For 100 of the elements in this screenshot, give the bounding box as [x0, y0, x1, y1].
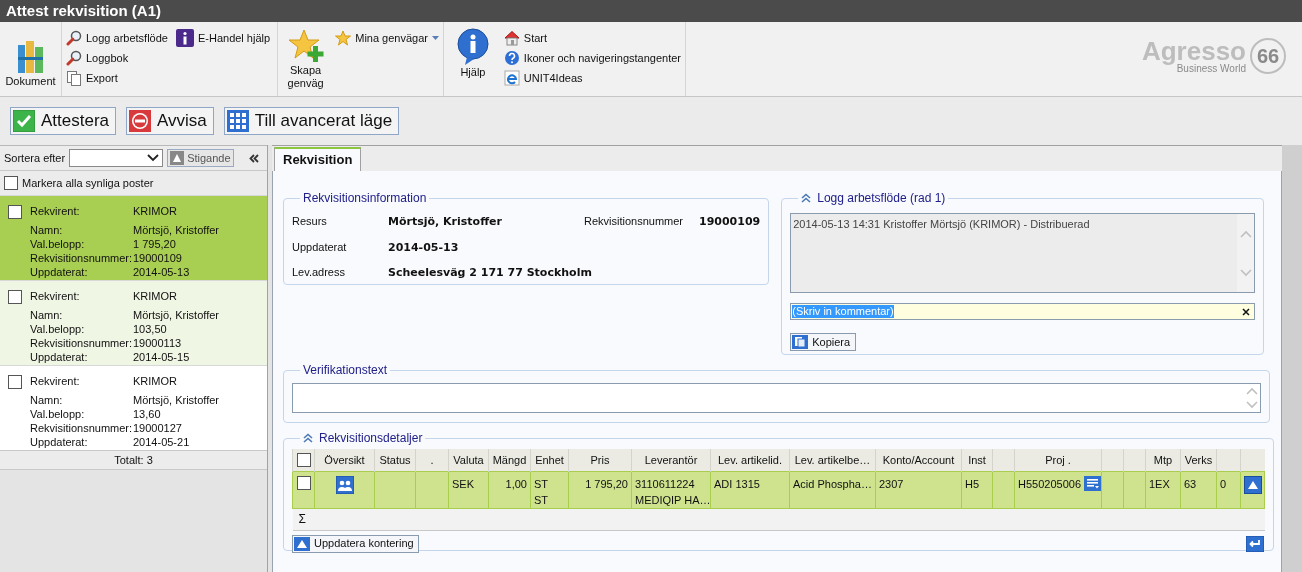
column-header[interactable]: Valuta: [448, 449, 489, 471]
no-entry-icon: [129, 110, 152, 132]
collapse-icon: [303, 433, 313, 443]
copy-button[interactable]: Kopiera: [790, 333, 857, 351]
column-header[interactable]: Konto/Account: [875, 449, 962, 471]
scroll-up-icon: [1239, 229, 1252, 238]
column-header[interactable]: Pris: [568, 449, 632, 471]
column-header[interactable]: Lev. artikelid.: [710, 449, 790, 471]
action-button[interactable]: Avvisa: [126, 107, 214, 135]
column-header[interactable]: Lev. artikelbe…: [789, 449, 876, 471]
list-icon: [1084, 475, 1101, 491]
table-cell-text: 3110611224 MEDIQIP HA…: [635, 476, 711, 508]
table-cell-text: H550205006: [1018, 476, 1081, 492]
clear-button[interactable]: [1242, 307, 1251, 316]
column-header[interactable]: Enhet: [530, 449, 569, 471]
action-button[interactable]: Till avancerat läge: [223, 107, 400, 135]
caret-icon: [432, 35, 439, 41]
toolbar-button[interactable]: Hjälp: [448, 28, 498, 92]
field-value: 2014-05-21: [133, 436, 191, 450]
field-label: Rekvisitionsnummer:: [30, 422, 133, 436]
toggle-button[interactable]: [801, 193, 812, 203]
field-label: Val.belopp:: [30, 408, 86, 422]
checkbox[interactable]: [8, 375, 22, 389]
column-header[interactable]: Mtp: [1145, 449, 1181, 471]
return-icon: [1246, 535, 1264, 552]
action-button[interactable]: Attestera: [10, 107, 117, 135]
field-label: Uppdaterat:: [30, 351, 89, 365]
field-label: Rekvisitionsnummer:: [30, 252, 133, 266]
column-header[interactable]: .: [415, 449, 449, 471]
up-arrow-icon: [170, 151, 185, 165]
list-item[interactable]: Rekvirent: KRIMOR Namn: Mörtsjö, Kristoffer Val.belopp: 1 795,20 Rekvisitionsnummer:19000109 Uppdaterat: 2014-05-13: [0, 195, 267, 280]
toolbar-button[interactable]: Ikoner och navigeringstangenter: [503, 49, 681, 67]
field-value: Mörtsjö, Kristoffer: [133, 394, 219, 408]
toolbar-button[interactable]: Skapa genväg: [282, 28, 330, 92]
toolbar-button[interactable]: Start: [503, 29, 681, 47]
close-icon: [1242, 307, 1251, 316]
table-cell-text: ADI 1315: [714, 476, 760, 492]
field-value: KRIMOR: [133, 375, 178, 389]
field-value: Scheelesväg 2 171 77 Stockholm: [388, 265, 593, 281]
field-value: Mörtsjö, Kristoffer: [133, 309, 219, 323]
update-button[interactable]: Uppdatera kontering: [292, 534, 419, 553]
column-header[interactable]: Verks: [1180, 449, 1217, 471]
table-cell-text: 0: [1220, 476, 1227, 492]
toolbar-button[interactable]: Mina genvägar: [335, 29, 439, 47]
field-label: Val.belopp:: [30, 323, 86, 337]
field-value: 19000113: [133, 337, 183, 351]
field-value: 2014-05-13: [133, 266, 191, 280]
toolbar-button[interactable]: Logg arbetsflöde: [66, 29, 168, 47]
toolbar-button[interactable]: E-Handel hjälp: [175, 29, 271, 47]
toolbar-button[interactable]: UNIT4Ideas: [503, 69, 681, 87]
house-icon: [503, 30, 520, 46]
star-icon: [335, 30, 352, 46]
checkbox[interactable]: [4, 176, 18, 190]
checkbox[interactable]: [296, 475, 311, 490]
field-value: 1 795,20: [133, 238, 177, 252]
documents-icon: [66, 70, 82, 86]
column-header[interactable]: Proj .: [1014, 449, 1102, 471]
table-cell-text: 1EX: [1149, 476, 1170, 492]
table-row[interactable]: SEK 1,00 ST ST 1 795,20 3110611224 MEDIQIP HA… ADI 1315 Acid Phospha… 2307 H5 H550205006 1EX 63 0: [292, 471, 1265, 508]
checkbox[interactable]: [8, 290, 22, 304]
table-cell-text: 1 795,20: [585, 476, 628, 492]
field-value: Mörtsjö, Kristoffer: [388, 214, 503, 230]
table-cell-text: Acid Phospha…: [793, 476, 872, 492]
column-header[interactable]: Mängd: [488, 449, 531, 471]
field-label: Namn:: [30, 394, 64, 408]
checkbox-label: Markera alla synliga poster: [22, 175, 154, 191]
column-header[interactable]: Inst: [961, 449, 993, 471]
check-icon: [13, 110, 35, 132]
toolbar-button[interactable]: Loggbok: [66, 49, 168, 67]
sort-dropdown[interactable]: [69, 149, 164, 167]
overview-button[interactable]: [335, 475, 354, 494]
list-total: Totalt: 3: [0, 450, 267, 470]
field-label: Rekvisitionsnummer: [584, 214, 685, 229]
scroll-up-icon: [1245, 387, 1258, 395]
checkbox[interactable]: [296, 452, 311, 467]
collapse-button[interactable]: [249, 153, 259, 163]
text-field[interactable]: [292, 383, 1261, 413]
column-header[interactable]: Leverantör: [631, 449, 711, 471]
grid-icon: [226, 110, 249, 132]
field-label: Resurs: [292, 214, 328, 229]
column-header[interactable]: Översikt: [314, 449, 375, 471]
move-up-button[interactable]: [1244, 475, 1262, 494]
tab[interactable]: Rekvisition: [274, 147, 362, 171]
list-item[interactable]: Rekvirent: KRIMOR Namn: Mörtsjö, Kristoffer Val.belopp: 103,50 Rekvisitionsnummer:19000113 Uppdaterat: 2014-05-15: [0, 280, 267, 365]
logo-tagline: Business World: [1176, 64, 1246, 74]
table-cell-text: 2307: [879, 476, 904, 492]
list-item[interactable]: Rekvirent: KRIMOR Namn: Mörtsjö, Kristoffer Val.belopp: 13,60 Rekvisitionsnummer:19000127 Uppdaterat: 2014-05-21: [0, 365, 267, 450]
sort-order-button[interactable]: Stigande: [167, 149, 234, 167]
field-label: Rekvirent:: [30, 375, 81, 389]
field-label: Namn:: [30, 309, 64, 323]
toolbar-button[interactable]: Dokument: [4, 28, 57, 92]
field-value: Mörtsjö, Kristoffer: [133, 224, 219, 238]
books-icon: [15, 39, 46, 75]
return-button[interactable]: [1246, 535, 1264, 552]
toggle-button[interactable]: [303, 433, 313, 443]
collapse-icon: [801, 193, 812, 203]
checkbox[interactable]: [8, 205, 22, 219]
lookup-button[interactable]: [1084, 475, 1101, 491]
toolbar-button[interactable]: Export: [66, 69, 168, 87]
column-header[interactable]: Status: [374, 449, 416, 471]
